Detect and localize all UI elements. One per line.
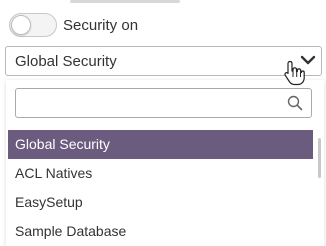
option-acl-natives[interactable]: ACL Natives [8, 159, 324, 188]
security-panel: Security on Global Security Global Secur… [0, 0, 326, 246]
security-select-value: Global Security [15, 53, 117, 70]
security-dropdown: Global Security ACL Natives EasySetup Sa… [6, 80, 324, 246]
truncated-header [0, 0, 326, 6]
security-select[interactable]: Global Security [5, 46, 322, 76]
option-global-security[interactable]: Global Security [8, 130, 313, 159]
toggle-knob [11, 15, 31, 35]
search-icon [287, 95, 303, 111]
option-sample-database[interactable]: Sample Database [8, 217, 324, 246]
dropdown-search-box[interactable] [15, 88, 312, 118]
hand-pointer-icon [284, 60, 305, 86]
security-toggle-row: Security on [9, 12, 138, 38]
truncated-header-bar [70, 0, 180, 3]
dropdown-scrollbar[interactable] [318, 138, 321, 178]
option-easysetup[interactable]: EasySetup [8, 188, 324, 217]
security-toggle[interactable] [9, 13, 57, 37]
dropdown-search-input[interactable] [22, 93, 286, 115]
security-toggle-label: Security on [63, 16, 139, 34]
dropdown-options-list: Global Security ACL Natives EasySetup Sa… [8, 130, 324, 246]
